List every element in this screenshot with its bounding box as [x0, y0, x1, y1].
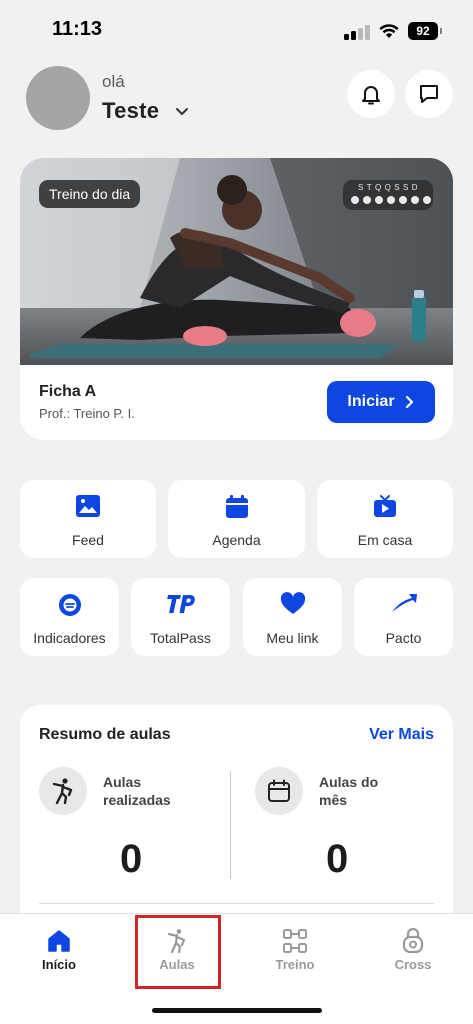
start-label: Iniciar	[347, 393, 395, 410]
chevron-down-icon[interactable]	[174, 104, 190, 120]
workout-of-day-card[interactable]: Treino do dia STQQSSD Ficha A Prof.: Tre…	[20, 158, 453, 440]
greeting-text: olá	[102, 72, 125, 91]
wifi-icon	[379, 24, 399, 38]
tab-cross[interactable]: Cross	[354, 914, 472, 994]
workout-image: Treino do dia STQQSSD	[20, 158, 453, 365]
tab-inicio[interactable]: Início	[0, 914, 118, 994]
chevron-right-icon	[405, 395, 413, 409]
summary-rule	[39, 903, 434, 904]
dumbbell-icon	[283, 929, 307, 953]
shortcut-totalpass[interactable]: TotalPass	[131, 578, 230, 656]
shortcut-em-casa[interactable]: Em casa	[317, 480, 453, 558]
classes-month-label: Aulas do mês	[319, 774, 379, 808]
tab-label: Cross	[394, 957, 432, 972]
user-name[interactable]: Teste	[102, 98, 159, 124]
highlight-annotation	[135, 915, 221, 989]
shortcut-meu-link[interactable]: Meu link	[243, 578, 342, 656]
heart-icon	[280, 592, 305, 614]
summary-title: Resumo de aulas	[39, 726, 171, 743]
tab-label: Início	[42, 957, 76, 972]
classes-done-icon-wrap	[39, 767, 87, 815]
classes-month-icon-wrap	[255, 767, 303, 815]
notifications-button[interactable]	[347, 70, 395, 118]
shortcut-agenda[interactable]: Agenda	[168, 480, 305, 558]
status-time: 11:13	[52, 18, 103, 40]
person-stretch-icon	[52, 778, 73, 805]
classes-month-value: 0	[326, 837, 349, 881]
home-icon	[48, 930, 70, 952]
tv-play-icon	[374, 495, 396, 517]
shortcut-feed[interactable]: Feed	[20, 480, 156, 558]
chat-icon	[420, 85, 438, 103]
instructor-name: Prof.: Treino P. I.	[39, 406, 135, 421]
signal-icon	[344, 24, 370, 40]
tab-treino[interactable]: Treino	[236, 914, 354, 994]
see-more-link[interactable]: Ver Mais	[369, 726, 434, 744]
shortcut-label: Feed	[72, 532, 104, 548]
shortcut-label: Pacto	[385, 630, 422, 646]
status-bar: 11:13 92	[0, 0, 473, 62]
shortcut-label: Meu link	[266, 630, 319, 646]
kettlebell-icon	[402, 928, 424, 954]
messages-button[interactable]	[405, 70, 453, 118]
week-progress-dots	[351, 196, 431, 204]
home-indicator	[152, 1008, 322, 1013]
start-workout-button[interactable]: Iniciar	[327, 381, 435, 423]
shortcut-indicadores[interactable]: Indicadores	[20, 578, 119, 656]
calendar-icon	[225, 495, 248, 518]
totalpass-logo	[166, 595, 195, 613]
shortcut-label: Agenda	[212, 532, 261, 548]
classes-done-value: 0	[120, 837, 143, 881]
shortcut-label: TotalPass	[150, 630, 211, 646]
bell-icon	[362, 86, 380, 105]
week-tracker: STQQSSD	[343, 180, 433, 210]
shortcut-label: Em casa	[357, 532, 413, 548]
week-days-label: STQQSSD	[358, 183, 421, 192]
shortcut-pacto[interactable]: Pacto	[354, 578, 453, 656]
summary-divider	[230, 771, 231, 879]
classes-done-label: Aulas realizadas	[103, 774, 171, 808]
workout-sheet-name: Ficha A	[39, 383, 97, 400]
shortcut-label: Indicadores	[33, 630, 106, 646]
tab-label: Treino	[275, 957, 315, 972]
calendar-icon	[268, 779, 290, 802]
avatar[interactable]	[26, 66, 90, 130]
battery-indicator: 92	[408, 22, 442, 40]
image-icon	[76, 495, 100, 517]
workout-of-day-badge: Treino do dia	[39, 180, 141, 208]
class-summary-card: Resumo de aulas Ver Mais Aulas realizada…	[20, 705, 453, 935]
pacto-logo	[391, 594, 417, 612]
indicator-icon	[58, 594, 81, 616]
